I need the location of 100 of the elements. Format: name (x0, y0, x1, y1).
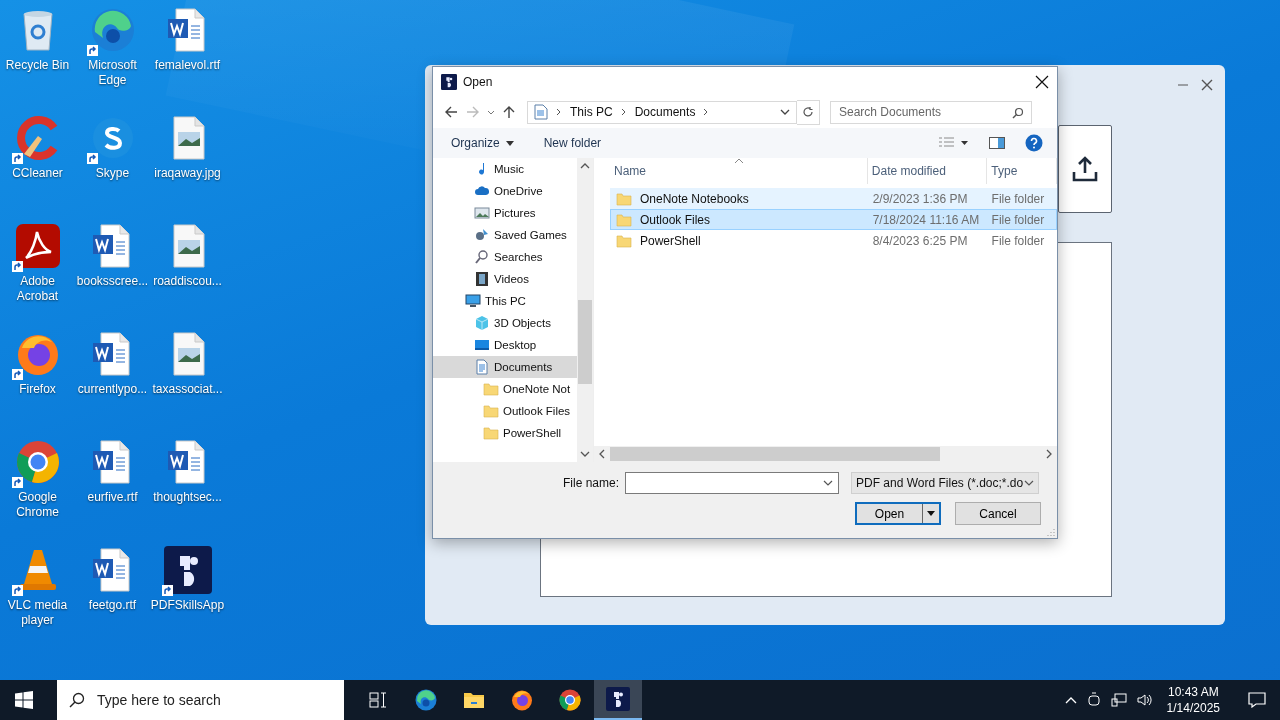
computer-icon (465, 293, 481, 309)
new-folder-button[interactable]: New folder (535, 134, 610, 152)
chevron-left-icon[interactable] (598, 449, 606, 459)
monitor-icon (474, 337, 490, 353)
nav-tree-item[interactable]: Searches (433, 246, 577, 268)
nav-tree-item[interactable]: Saved Games (433, 224, 577, 246)
folder-icon (616, 211, 632, 228)
desktop-shortcut[interactable]: Adobe Acrobat (0, 222, 75, 330)
speaker-icon[interactable] (1136, 693, 1153, 707)
desktop-shortcut[interactable]: CCleaner (0, 114, 75, 222)
desktop-shortcut[interactable]: PDFSkillsApp (150, 546, 225, 654)
chevron-down-icon[interactable] (487, 108, 495, 116)
breadcrumb[interactable]: This PC (570, 105, 613, 119)
column-header[interactable]: Date modified (867, 158, 988, 184)
file-row[interactable]: Outlook Files 7/18/2024 11:16 AM File folder (610, 209, 1057, 230)
column-header[interactable]: Name (610, 158, 868, 184)
scrollbar[interactable] (594, 446, 1057, 462)
scrollbar-thumb[interactable] (610, 447, 940, 461)
chevron-down-icon (823, 479, 834, 487)
task-view-icon[interactable] (369, 692, 387, 708)
nav-tree-item[interactable]: This PC (433, 290, 577, 312)
clock[interactable]: 10:43 AM 1/14/2025 (1162, 684, 1224, 716)
scrollbar[interactable] (577, 158, 593, 462)
nav-tree-item[interactable]: OneDrive (433, 180, 577, 202)
scrollbar-thumb[interactable] (578, 300, 592, 384)
pdfskills-icon (606, 687, 630, 711)
nav-tree-item[interactable]: PowerShell (433, 422, 577, 444)
column-header[interactable]: Type (987, 158, 1057, 184)
windows-start-icon[interactable] (15, 691, 33, 709)
resize-grip-icon[interactable] (1047, 528, 1055, 536)
chevron-down-icon (1024, 479, 1035, 487)
chevron-right-icon (556, 108, 562, 116)
nav-tree-item[interactable]: Music (433, 158, 577, 180)
upload-box[interactable] (1058, 125, 1112, 213)
desktop-shortcut[interactable]: Microsoft Edge (75, 6, 150, 114)
search-field[interactable]: Search Documents (830, 100, 1032, 124)
up-arrow-icon[interactable] (501, 104, 517, 120)
chevron-up-icon[interactable] (580, 162, 590, 170)
game-pieces-icon (474, 227, 490, 243)
address-bar[interactable]: This PC Documents (527, 100, 797, 124)
search-icon (1012, 106, 1024, 119)
folder-icon (483, 425, 499, 441)
desktop-shortcut[interactable]: Recycle Bin (0, 6, 75, 114)
nav-tree-item[interactable]: Documents (433, 356, 577, 378)
chevron-down-icon[interactable] (780, 108, 790, 116)
organize-button[interactable]: Organize (443, 134, 522, 152)
date-modified: 8/4/2023 6:25 PM (871, 233, 969, 248)
nav-tree-item[interactable]: Outlook Files (433, 400, 577, 422)
desktop-shortcut[interactable]: feetgo.rtf (75, 546, 150, 654)
nav-tree-item[interactable]: OneNote Not (433, 378, 577, 400)
desktop-shortcut[interactable]: Skype (75, 114, 150, 222)
pdfskills-icon (441, 73, 457, 90)
chevron-right-icon[interactable] (1045, 449, 1053, 459)
desktop-shortcut[interactable]: eurfive.rtf (75, 438, 150, 546)
chevron-down-icon[interactable] (580, 450, 590, 458)
pdfskills-icon (163, 546, 212, 594)
view-list-icon[interactable] (939, 137, 969, 149)
refresh-button[interactable] (797, 99, 820, 125)
folder-icon (616, 190, 632, 207)
file-row[interactable]: PowerShell 8/4/2023 6:25 PM File folder (610, 230, 1057, 251)
desktop-shortcut[interactable]: iraqaway.jpg (150, 114, 225, 222)
file-name: OneNote Notebooks (640, 191, 749, 206)
help-icon[interactable] (1025, 134, 1043, 152)
file-type: File folder (990, 191, 1046, 206)
preview-pane-icon[interactable] (989, 137, 1005, 149)
close-icon[interactable] (1201, 79, 1213, 91)
desktop-shortcut[interactable]: VLC media player (0, 546, 75, 654)
notification-icon[interactable] (1248, 692, 1266, 708)
folder-icon (616, 232, 632, 249)
cancel-button[interactable]: Cancel (955, 502, 1041, 525)
desktop-shortcut[interactable]: taxassociat... (150, 330, 225, 438)
chevron-right-icon (620, 108, 627, 116)
close-icon[interactable] (1035, 74, 1049, 89)
nav-tree-item[interactable]: Pictures (433, 202, 577, 224)
device-icon[interactable] (1086, 692, 1101, 708)
nav-tree-item[interactable]: Desktop (433, 334, 577, 356)
file-name-field[interactable] (625, 472, 840, 494)
desktop-shortcut[interactable]: thoughtsec... (150, 438, 225, 546)
window-title: Open (463, 74, 493, 89)
folder-icon (483, 381, 499, 397)
back-arrow-icon[interactable] (443, 104, 459, 120)
taskbar-app-button[interactable] (594, 680, 642, 720)
file-name: Outlook Files (640, 212, 711, 227)
file-type: File folder (990, 233, 1046, 248)
desktop-shortcut[interactable]: currentlypo... (75, 330, 150, 438)
nav-tree-item[interactable]: Videos (433, 268, 577, 290)
clock-date: 1/14/2025 (1166, 700, 1220, 716)
desktop-shortcut[interactable]: Firefox (0, 330, 75, 438)
network-icon[interactable] (1110, 693, 1127, 707)
desktop-shortcut[interactable]: booksscree... (75, 222, 150, 330)
chrome-icon (558, 688, 582, 712)
taskbar-search-field[interactable]: Type here to search (57, 680, 344, 720)
desktop-shortcut[interactable]: roaddiscou... (150, 222, 225, 330)
nav-tree-item[interactable]: 3D Objects (433, 312, 577, 334)
file-row[interactable]: OneNote Notebooks 2/9/2023 1:36 PM File folder (610, 188, 1057, 209)
cube-icon (474, 315, 490, 331)
breadcrumb[interactable]: Documents (634, 105, 696, 119)
caret-icon (505, 140, 514, 146)
file-type-dropdown[interactable]: PDF and Word Files (*.doc;*.do (851, 472, 1040, 494)
desktop-shortcut[interactable]: Google Chrome (0, 438, 75, 546)
